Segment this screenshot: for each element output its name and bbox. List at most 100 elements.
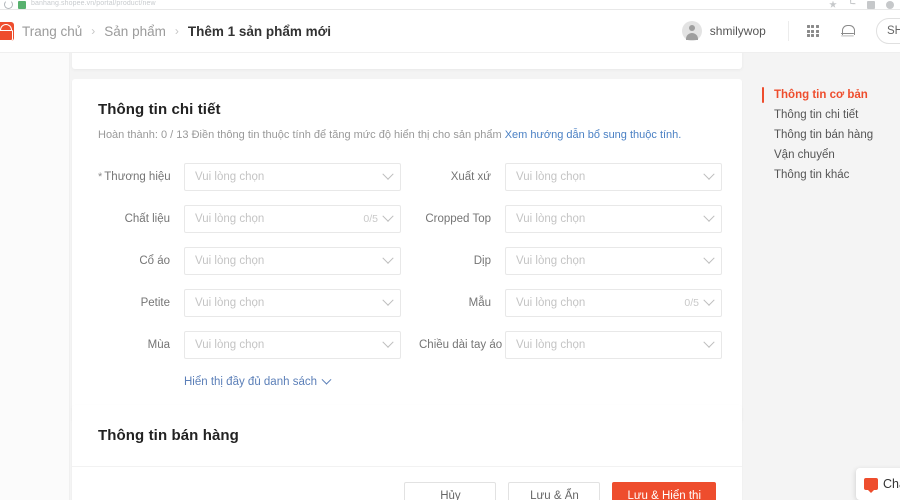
breadcrumb: Trang chủ › Sản phẩm › Thêm 1 sản phẩm m…: [0, 21, 331, 41]
shopee-logo-icon[interactable]: [0, 21, 14, 41]
field-thuong-hieu: * Thương hiệu Vui lòng chọn: [98, 156, 401, 198]
field-label: Dịp: [473, 255, 491, 268]
sales-card-header: Thông tin bán hàng: [72, 405, 742, 467]
form-action-bar: Hủy Lưu & Ẩn Lưu & Hiển thị: [72, 467, 742, 500]
notification-bell-icon[interactable]: [841, 24, 855, 39]
anchor-item-detail-info[interactable]: Thông tin chi tiết: [762, 105, 892, 125]
select-placeholder: Vui lòng chọn: [516, 255, 586, 268]
sales-info-card: Thông tin bán hàng Hủy Lưu & Ẩn Lưu & Hi…: [72, 405, 742, 500]
anchor-item-other-info[interactable]: Thông tin khác: [762, 165, 892, 185]
field-co-ao: Cổ áo Vui lòng chọn: [98, 240, 401, 282]
select-placeholder: Vui lòng chọn: [195, 171, 265, 184]
select-chieu-dai-tay-ao[interactable]: Vui lòng chọn: [505, 331, 722, 360]
chat-widget[interactable]: Chat: [856, 468, 900, 500]
field-chat-lieu: Chất liệu Vui lòng chọn 0/5: [98, 198, 401, 240]
anchor-navigation: Thông tin cơ bản Thông tin chi tiết Thôn…: [762, 85, 892, 185]
expand-link-label: Hiển thị đầy đủ danh sách: [184, 376, 317, 389]
header-right-group: shmilywop SH: [681, 18, 900, 44]
field-cropped-top: Cropped Top Vui lòng chọn: [419, 198, 722, 240]
reload-icon[interactable]: [4, 0, 13, 9]
detail-card-subtitle: Hoàn thành: 0 / 13 Điền thông tin thuộc …: [98, 128, 716, 143]
field-dip: Dịp Vui lòng chọn: [419, 240, 722, 282]
chevron-down-icon: [703, 294, 715, 307]
chevron-down-icon: [703, 168, 715, 181]
breadcrumb-separator: ›: [174, 24, 179, 38]
select-chat-lieu[interactable]: Vui lòng chọn 0/5: [184, 205, 401, 234]
chevron-down-icon: [382, 210, 394, 223]
anchor-item-basic-info[interactable]: Thông tin cơ bản: [762, 85, 892, 105]
username-label: shmilywop: [709, 24, 766, 38]
expand-list-row: Hiển thị đầy đủ danh sách: [72, 366, 742, 388]
browser-toolbar: banhang.shopee.vn/portal/product/new: [0, 0, 900, 10]
select-co-ao[interactable]: Vui lòng chọn: [184, 247, 401, 276]
chevron-down-icon: [703, 210, 715, 223]
select-petite[interactable]: Vui lòng chọn: [184, 289, 401, 318]
chat-widget-label: Chat: [883, 477, 900, 491]
completion-status-text: Hoàn thành: 0 / 13 Điền thông tin thuộc …: [98, 129, 502, 141]
field-label: Petite: [140, 297, 170, 310]
field-label: Mùa: [147, 339, 170, 352]
shop-switch-button[interactable]: SH: [876, 18, 900, 44]
chevron-down-icon[interactable]: [846, 0, 857, 7]
detail-card-title: Thông tin chi tiết: [98, 101, 221, 118]
select-cropped-top[interactable]: Vui lòng chọn: [505, 205, 722, 234]
profile-avatar-icon[interactable]: [886, 0, 894, 9]
show-full-list-link[interactable]: Hiển thị đầy đủ danh sách: [184, 374, 332, 389]
breadcrumb-item-products[interactable]: Sản phẩm: [104, 24, 166, 39]
save-hidden-button[interactable]: Lưu & Ẩn: [508, 482, 601, 500]
select-placeholder: Vui lòng chọn: [195, 255, 265, 268]
app-header: Trang chủ › Sản phẩm › Thêm 1 sản phẩm m…: [0, 10, 900, 53]
chevron-down-icon: [321, 374, 332, 385]
bookmark-star-icon[interactable]: [829, 0, 837, 8]
select-placeholder: Vui lòng chọn: [516, 339, 586, 352]
breadcrumb-item-current: Thêm 1 sản phẩm mới: [187, 23, 331, 39]
field-label: Chất liệu: [124, 213, 170, 226]
field-label: Cropped Top: [425, 213, 491, 226]
left-sidebar-rail: [0, 53, 70, 500]
select-placeholder: Vui lòng chọn: [516, 297, 586, 310]
breadcrumb-separator: ›: [91, 24, 96, 38]
field-label: Cổ áo: [139, 255, 170, 268]
save-and-publish-button[interactable]: Lưu & Hiển thị: [612, 482, 716, 500]
chat-bubble-icon: [864, 478, 878, 493]
browser-toolbar-left: banhang.shopee.vn/portal/product/new: [0, 0, 156, 9]
chevron-down-icon: [382, 294, 394, 307]
apps-grid-icon[interactable]: [806, 24, 819, 38]
select-placeholder: Vui lòng chọn: [195, 297, 265, 310]
field-label: Mẫu: [468, 297, 491, 310]
field-label: Xuất xứ: [450, 171, 491, 184]
select-placeholder: Vui lòng chọn: [516, 213, 586, 226]
browser-toolbar-right: [829, 1, 900, 9]
address-bar-url[interactable]: banhang.shopee.vn/portal/product/new: [31, 0, 156, 7]
previous-card-edge: [72, 53, 742, 69]
breadcrumb-item-home[interactable]: Trang chủ: [22, 24, 82, 39]
select-placeholder: Vui lòng chọn: [516, 171, 586, 184]
field-mua: Mùa Vui lòng chọn: [98, 324, 401, 366]
header-divider: [787, 21, 789, 41]
field-petite: Petite Vui lòng chọn: [98, 282, 401, 324]
attribute-guide-link[interactable]: Xem hướng dẫn bổ sung thuộc tính.: [505, 129, 682, 141]
anchor-item-sales-info[interactable]: Thông tin bán hàng: [762, 125, 892, 145]
chevron-down-icon: [382, 336, 394, 349]
chevron-down-icon: [703, 252, 715, 265]
select-thuong-hieu[interactable]: Vui lòng chọn: [184, 163, 401, 192]
select-dip[interactable]: Vui lòng chọn: [505, 247, 722, 276]
label-text: Thương hiệu: [104, 171, 171, 184]
extension-icon[interactable]: [867, 0, 875, 9]
select-placeholder: Vui lòng chọn: [195, 339, 265, 352]
select-mau[interactable]: Vui lòng chọn 0/5: [505, 289, 722, 318]
select-mua[interactable]: Vui lòng chọn: [184, 331, 401, 360]
select-xuat-xu[interactable]: Vui lòng chọn: [505, 163, 722, 192]
page-root: banhang.shopee.vn/portal/product/new Tra…: [0, 0, 900, 500]
chevron-down-icon: [382, 252, 394, 265]
attribute-form-grid: * Thương hiệu Vui lòng chọn Xuất xứ Vui l…: [72, 156, 742, 366]
cancel-button[interactable]: Hủy: [404, 482, 497, 500]
field-label: Chiều dài tay áo: [419, 339, 503, 352]
selection-counter: 0/5: [363, 213, 378, 226]
anchor-item-shipping[interactable]: Vận chuyển: [762, 145, 892, 165]
user-menu[interactable]: shmilywop: [681, 21, 788, 41]
chevron-down-icon: [382, 168, 394, 181]
select-placeholder: Vui lòng chọn: [195, 213, 265, 226]
site-favicon-icon: [18, 0, 26, 9]
required-asterisk: *: [98, 171, 103, 184]
